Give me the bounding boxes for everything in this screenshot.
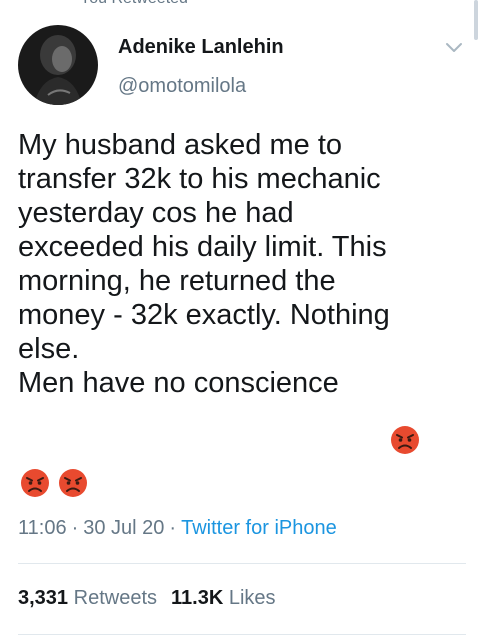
author-handle[interactable]: @omotomilola bbox=[118, 75, 246, 98]
tweet-text: My husband asked me to transfer 32k to h… bbox=[18, 129, 390, 399]
angry-face-icon bbox=[391, 426, 419, 454]
meta-separator: · bbox=[71, 517, 79, 539]
tweet-meta: 11:06 · 30 Jul 20 · Twitter for iPhone bbox=[18, 517, 337, 540]
retweets-label: Retweets bbox=[73, 587, 157, 609]
likes-stat[interactable]: 11.3K Likes bbox=[171, 587, 276, 609]
author-name[interactable]: Adenike Lanlehin bbox=[118, 36, 284, 59]
avatar[interactable] bbox=[18, 25, 98, 105]
tweet-date[interactable]: 30 Jul 20 bbox=[83, 517, 164, 539]
tweet-time[interactable]: 11:06 bbox=[18, 517, 67, 539]
likes-count: 11.3K bbox=[171, 587, 224, 609]
scrollbar-thumb[interactable] bbox=[474, 0, 478, 40]
chevron-down-icon[interactable] bbox=[443, 36, 465, 58]
engagement-stats: 3,331 Retweets 11.3K Likes bbox=[18, 587, 276, 610]
retweet-context-label: You Retweeted bbox=[80, 0, 188, 8]
angry-face-icon bbox=[21, 469, 49, 497]
meta-separator: · bbox=[169, 517, 177, 539]
angry-face-icon bbox=[59, 469, 87, 497]
tweet-source-link[interactable]: Twitter for iPhone bbox=[181, 517, 337, 539]
retweets-stat[interactable]: 3,331 Retweets bbox=[18, 587, 157, 609]
divider bbox=[18, 634, 466, 635]
retweets-count: 3,331 bbox=[18, 587, 69, 609]
divider bbox=[18, 563, 466, 564]
likes-label: Likes bbox=[228, 587, 276, 609]
avatar-image bbox=[18, 25, 98, 105]
